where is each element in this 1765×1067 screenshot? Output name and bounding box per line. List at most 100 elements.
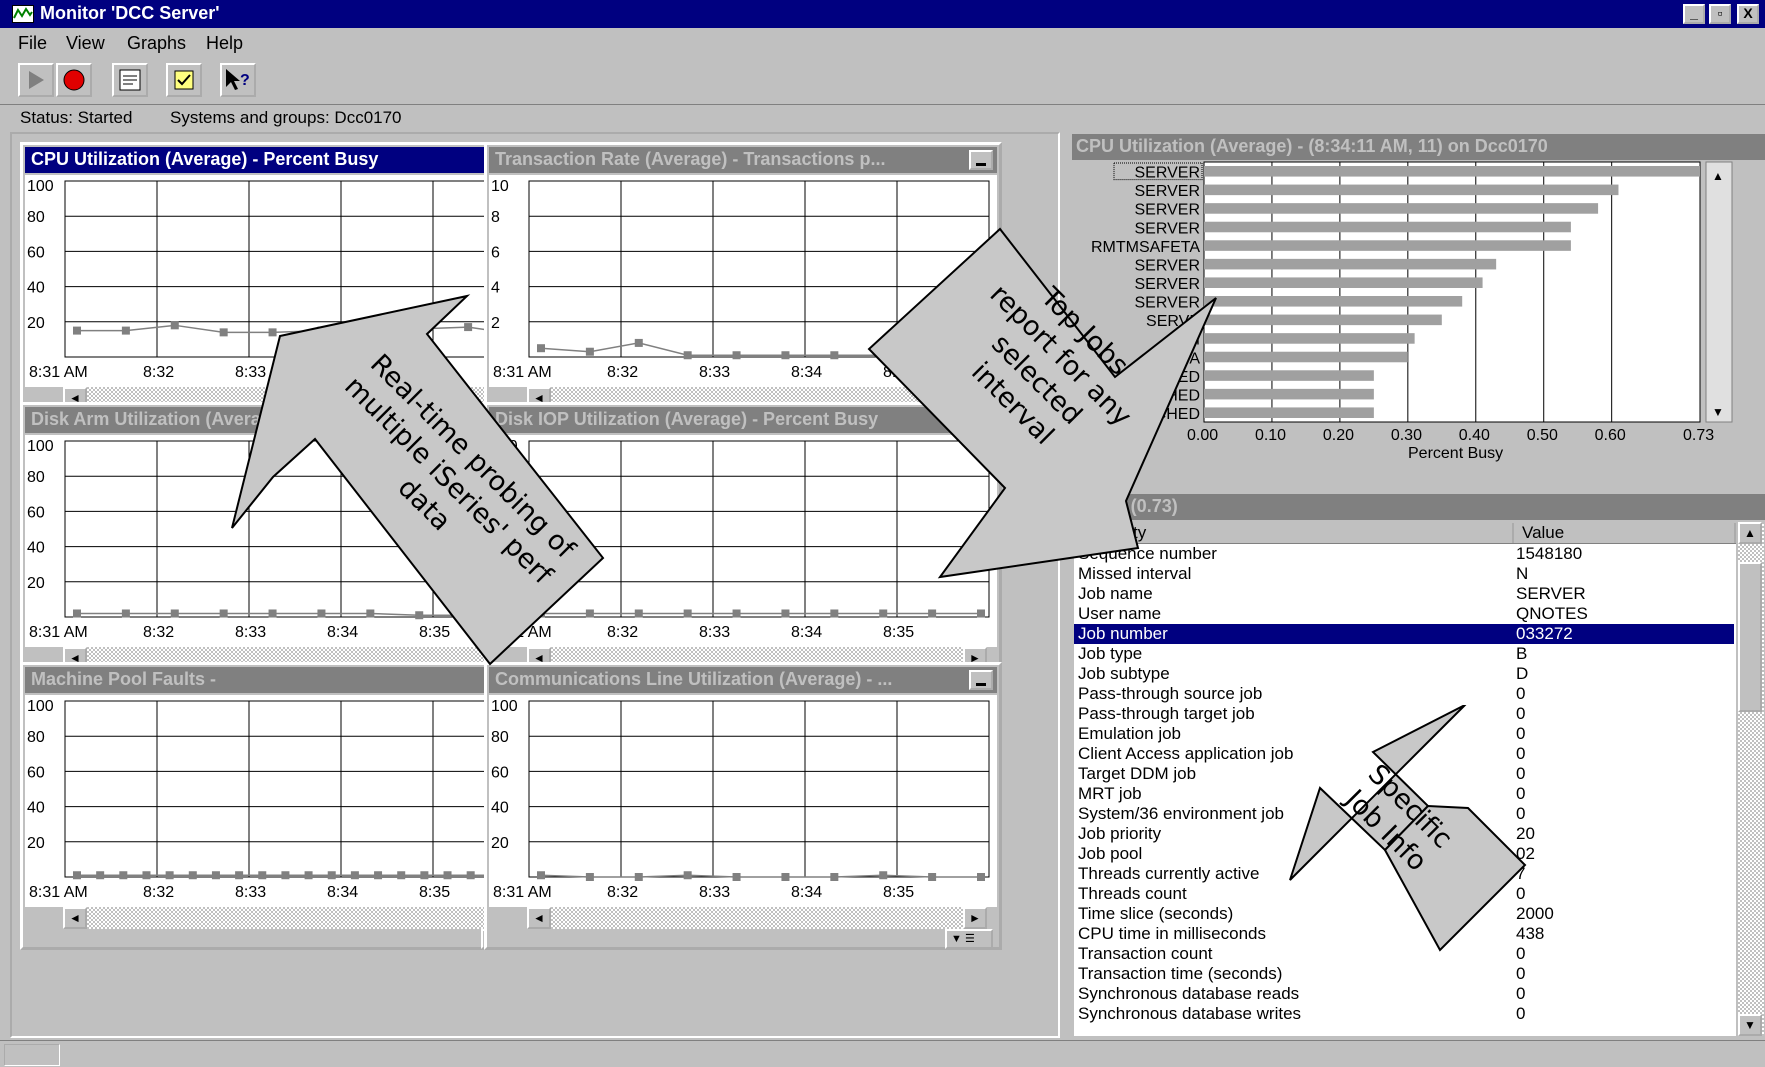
graph-title[interactable]: Machine Pool Faults - bbox=[25, 667, 533, 693]
data-point bbox=[73, 609, 81, 618]
top-job-label[interactable]: SERVER bbox=[1134, 257, 1200, 274]
property-row[interactable]: Synchronous database reads 0 bbox=[1074, 984, 1734, 1004]
top-job-label[interactable]: SERVER bbox=[1134, 183, 1200, 200]
top-jobs-scrollbar[interactable] bbox=[1705, 161, 1733, 423]
whats-this-help-button[interactable]: ? bbox=[220, 63, 256, 97]
graph-minimize-button[interactable] bbox=[969, 410, 993, 430]
scroll-down-button[interactable]: ▼ bbox=[1712, 405, 1724, 419]
top-job-bar[interactable] bbox=[1204, 296, 1463, 307]
top-job-bar[interactable] bbox=[1204, 166, 1700, 177]
top-job-bar[interactable] bbox=[1204, 258, 1497, 270]
top-job-label[interactable]: CHED bbox=[1155, 406, 1200, 423]
top-job-bar[interactable] bbox=[1204, 388, 1374, 400]
property-row[interactable]: Synchronous database writes 0 bbox=[1074, 1004, 1734, 1024]
top-job-bar[interactable] bbox=[1204, 407, 1374, 418]
data-point bbox=[415, 324, 424, 333]
property-row[interactable]: Client Access application job 0 bbox=[1074, 744, 1734, 764]
menu-file[interactable]: File bbox=[18, 33, 47, 54]
graph-scrollbar[interactable]: ◄► bbox=[63, 907, 523, 929]
graph-title[interactable]: Communications Line Utilization (Average… bbox=[489, 667, 997, 693]
graph-title[interactable]: CPU Utilization (Average) - Percent Busy bbox=[25, 147, 533, 173]
data-point bbox=[317, 326, 326, 335]
top-job-bar[interactable] bbox=[1204, 221, 1571, 233]
top-job-label[interactable]: HED bbox=[1166, 369, 1200, 386]
top-job-label[interactable]: M bbox=[1187, 332, 1200, 349]
minimize-button[interactable]: _ bbox=[1683, 4, 1705, 24]
checklist-button[interactable] bbox=[166, 63, 202, 97]
start-button[interactable] bbox=[18, 63, 54, 97]
property-row[interactable]: Job subtype D bbox=[1074, 664, 1734, 684]
stop-button[interactable] bbox=[56, 63, 92, 97]
top-job-label[interactable]: SERVER bbox=[1134, 165, 1200, 182]
top-job-label[interactable]: SERVE bbox=[1146, 313, 1200, 330]
top-job-bar[interactable] bbox=[1204, 277, 1483, 288]
top-job-bar[interactable] bbox=[1204, 203, 1599, 214]
property-row[interactable]: Pass-through target job 0 bbox=[1074, 704, 1734, 724]
top-job-label[interactable]: VA bbox=[1180, 350, 1200, 367]
top-job-label[interactable]: HED bbox=[1166, 387, 1200, 404]
top-job-label[interactable]: SERVER bbox=[1134, 220, 1200, 237]
top-job-label[interactable]: SERVER bbox=[1134, 202, 1200, 219]
data-point bbox=[634, 338, 643, 347]
properties-button[interactable] bbox=[112, 63, 148, 97]
property-row[interactable]: Emulation job 0 bbox=[1074, 724, 1734, 744]
property-row[interactable]: Threads count 0 bbox=[1074, 884, 1734, 904]
property-row[interactable]: User name QNOTES bbox=[1074, 604, 1734, 624]
restore-button[interactable]: ▫ bbox=[1709, 4, 1731, 24]
property-row[interactable]: Job number 033272 bbox=[1074, 624, 1734, 644]
scroll-left-button[interactable]: ◄ bbox=[527, 907, 551, 929]
property-row[interactable]: Missed interval N bbox=[1074, 564, 1734, 584]
scroll-down-button[interactable]: ▼ bbox=[1738, 1014, 1762, 1036]
top-job-bar[interactable] bbox=[1204, 370, 1374, 381]
graph-scrollbar[interactable]: ◄► bbox=[527, 907, 987, 929]
top-job-bar[interactable] bbox=[1204, 351, 1408, 363]
data-point bbox=[781, 609, 790, 618]
scroll-right-button[interactable]: ► bbox=[963, 907, 987, 929]
graph-minimize-button[interactable] bbox=[969, 150, 993, 170]
property-row[interactable]: Transaction time (seconds) 0 bbox=[1074, 964, 1734, 984]
graph-window-6[interactable]: Communications Line Utilization (Average… bbox=[484, 662, 1002, 950]
x-tick-label: 0.30 bbox=[1391, 427, 1422, 444]
top-job-label[interactable]: SERVER bbox=[1134, 295, 1200, 312]
property-value: 0 bbox=[1516, 804, 1526, 823]
properties-scrollbar[interactable]: ▲ ▼ bbox=[1738, 522, 1764, 1036]
scroll-up-button[interactable]: ▲ bbox=[1738, 522, 1762, 544]
property-row[interactable]: Transaction count 0 bbox=[1074, 944, 1734, 964]
header-value[interactable]: Value bbox=[1514, 523, 1736, 543]
graph-title[interactable]: Transaction Rate (Average) - Transaction… bbox=[489, 147, 997, 173]
menu-view[interactable]: View bbox=[66, 33, 105, 54]
graph-window-5[interactable]: Machine Pool Faults - 100 80 60 40 20 8:31 AM 8… bbox=[20, 662, 538, 950]
legend-toggle-button[interactable]: ▼ ☰ bbox=[945, 929, 993, 949]
graph-title[interactable]: Disk IOP Utilization (Average) - Percent… bbox=[489, 407, 997, 433]
close-button[interactable]: X bbox=[1737, 4, 1759, 24]
property-name: Job subtype bbox=[1078, 664, 1170, 683]
title-bar: Monitor 'DCC Server' _ ▫ X bbox=[0, 0, 1765, 28]
y-tick-label: 100 bbox=[27, 698, 54, 715]
data-point bbox=[537, 344, 545, 353]
menu-graphs[interactable]: Graphs bbox=[127, 33, 186, 54]
top-job-bar[interactable] bbox=[1204, 184, 1619, 196]
graph-window-1[interactable]: CPU Utilization (Average) - Percent Busy… bbox=[20, 142, 538, 430]
top-job-bar[interactable] bbox=[1204, 314, 1442, 326]
menu-help[interactable]: Help bbox=[206, 33, 243, 54]
property-row[interactable]: Pass-through source job 0 bbox=[1074, 684, 1734, 704]
scroll-left-button[interactable]: ◄ bbox=[63, 907, 87, 929]
scroll-up-button[interactable]: ▲ bbox=[1712, 169, 1724, 183]
top-job-label[interactable]: RMTMSAFETA bbox=[1091, 239, 1200, 256]
scroll-thumb[interactable] bbox=[1738, 562, 1762, 712]
property-row[interactable]: Time slice (seconds) 2000 bbox=[1074, 904, 1734, 924]
graph-window-2[interactable]: Transaction Rate (Average) - Transaction… bbox=[484, 142, 1002, 430]
graph-minimize-button[interactable] bbox=[969, 670, 993, 690]
x-tick-label: 8:33 bbox=[235, 364, 266, 381]
top-job-label[interactable]: SERVER bbox=[1134, 276, 1200, 293]
header-property[interactable]: Property bbox=[1074, 523, 1514, 543]
property-row[interactable]: Job name SERVER bbox=[1074, 584, 1734, 604]
property-row[interactable]: CPU time in milliseconds 438 bbox=[1074, 924, 1734, 944]
property-row[interactable]: Sequence number 1548180 bbox=[1074, 544, 1734, 564]
data-point bbox=[73, 871, 81, 880]
property-row[interactable]: Job type B bbox=[1074, 644, 1734, 664]
top-job-bar[interactable] bbox=[1204, 333, 1415, 344]
x-tick-label: 8:33 bbox=[699, 624, 730, 641]
data-point bbox=[121, 326, 130, 335]
top-job-bar[interactable] bbox=[1204, 240, 1571, 251]
